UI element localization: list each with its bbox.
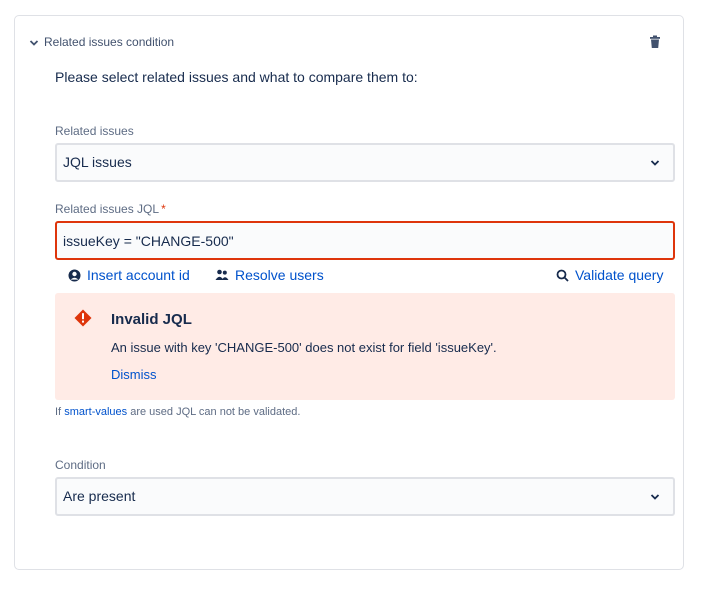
resolve-users-button[interactable]: Resolve users xyxy=(215,267,324,283)
chevron-down-icon xyxy=(649,491,661,503)
invalid-jql-error-banner: Invalid JQL An issue with key 'CHANGE-50… xyxy=(55,293,675,400)
card-title[interactable]: Related issues condition xyxy=(44,35,174,49)
jql-actions: Insert account id Resolve users Validate… xyxy=(55,267,675,287)
validation-hint: If smart-values are used JQL can not be … xyxy=(55,406,300,418)
insert-account-id-button[interactable]: Insert account id xyxy=(68,267,190,283)
validate-query-button[interactable]: Validate query xyxy=(556,267,663,283)
trash-icon[interactable] xyxy=(645,32,665,52)
condition-label: Condition xyxy=(55,458,106,472)
validate-query-label: Validate query xyxy=(575,267,664,283)
search-icon xyxy=(556,269,569,282)
condition-select[interactable]: Are present xyxy=(55,477,675,516)
related-issues-select[interactable]: JQL issues xyxy=(55,143,675,182)
instructions-text: Please select related issues and what to… xyxy=(55,69,418,85)
error-message: An issue with key 'CHANGE-500' does not … xyxy=(111,340,497,355)
jql-label: Related issues JQL * xyxy=(55,202,166,216)
error-title: Invalid JQL xyxy=(111,311,192,328)
resolve-users-label: Resolve users xyxy=(235,267,324,283)
jql-input[interactable] xyxy=(55,221,675,260)
condition-selected-value: Are present xyxy=(63,488,136,504)
chevron-down-icon[interactable] xyxy=(27,36,41,50)
hint-suffix: are used JQL can not be validated. xyxy=(130,406,301,418)
error-icon xyxy=(74,309,92,327)
smart-values-link[interactable]: smart-values xyxy=(64,406,127,418)
jql-label-text: Related issues JQL xyxy=(55,202,160,216)
related-issues-condition-card: Related issues condition Please select r… xyxy=(14,15,684,570)
related-issues-label: Related issues xyxy=(55,124,134,138)
dismiss-button[interactable]: Dismiss xyxy=(111,367,157,382)
chevron-down-icon xyxy=(649,157,661,169)
related-issues-selected-value: JQL issues xyxy=(63,154,132,170)
insert-account-id-label: Insert account id xyxy=(87,267,190,283)
required-marker: * xyxy=(161,202,166,216)
hint-prefix: If xyxy=(55,406,62,418)
card-header: Related issues condition xyxy=(27,34,665,54)
users-icon xyxy=(215,269,229,280)
user-circle-icon xyxy=(68,269,81,281)
